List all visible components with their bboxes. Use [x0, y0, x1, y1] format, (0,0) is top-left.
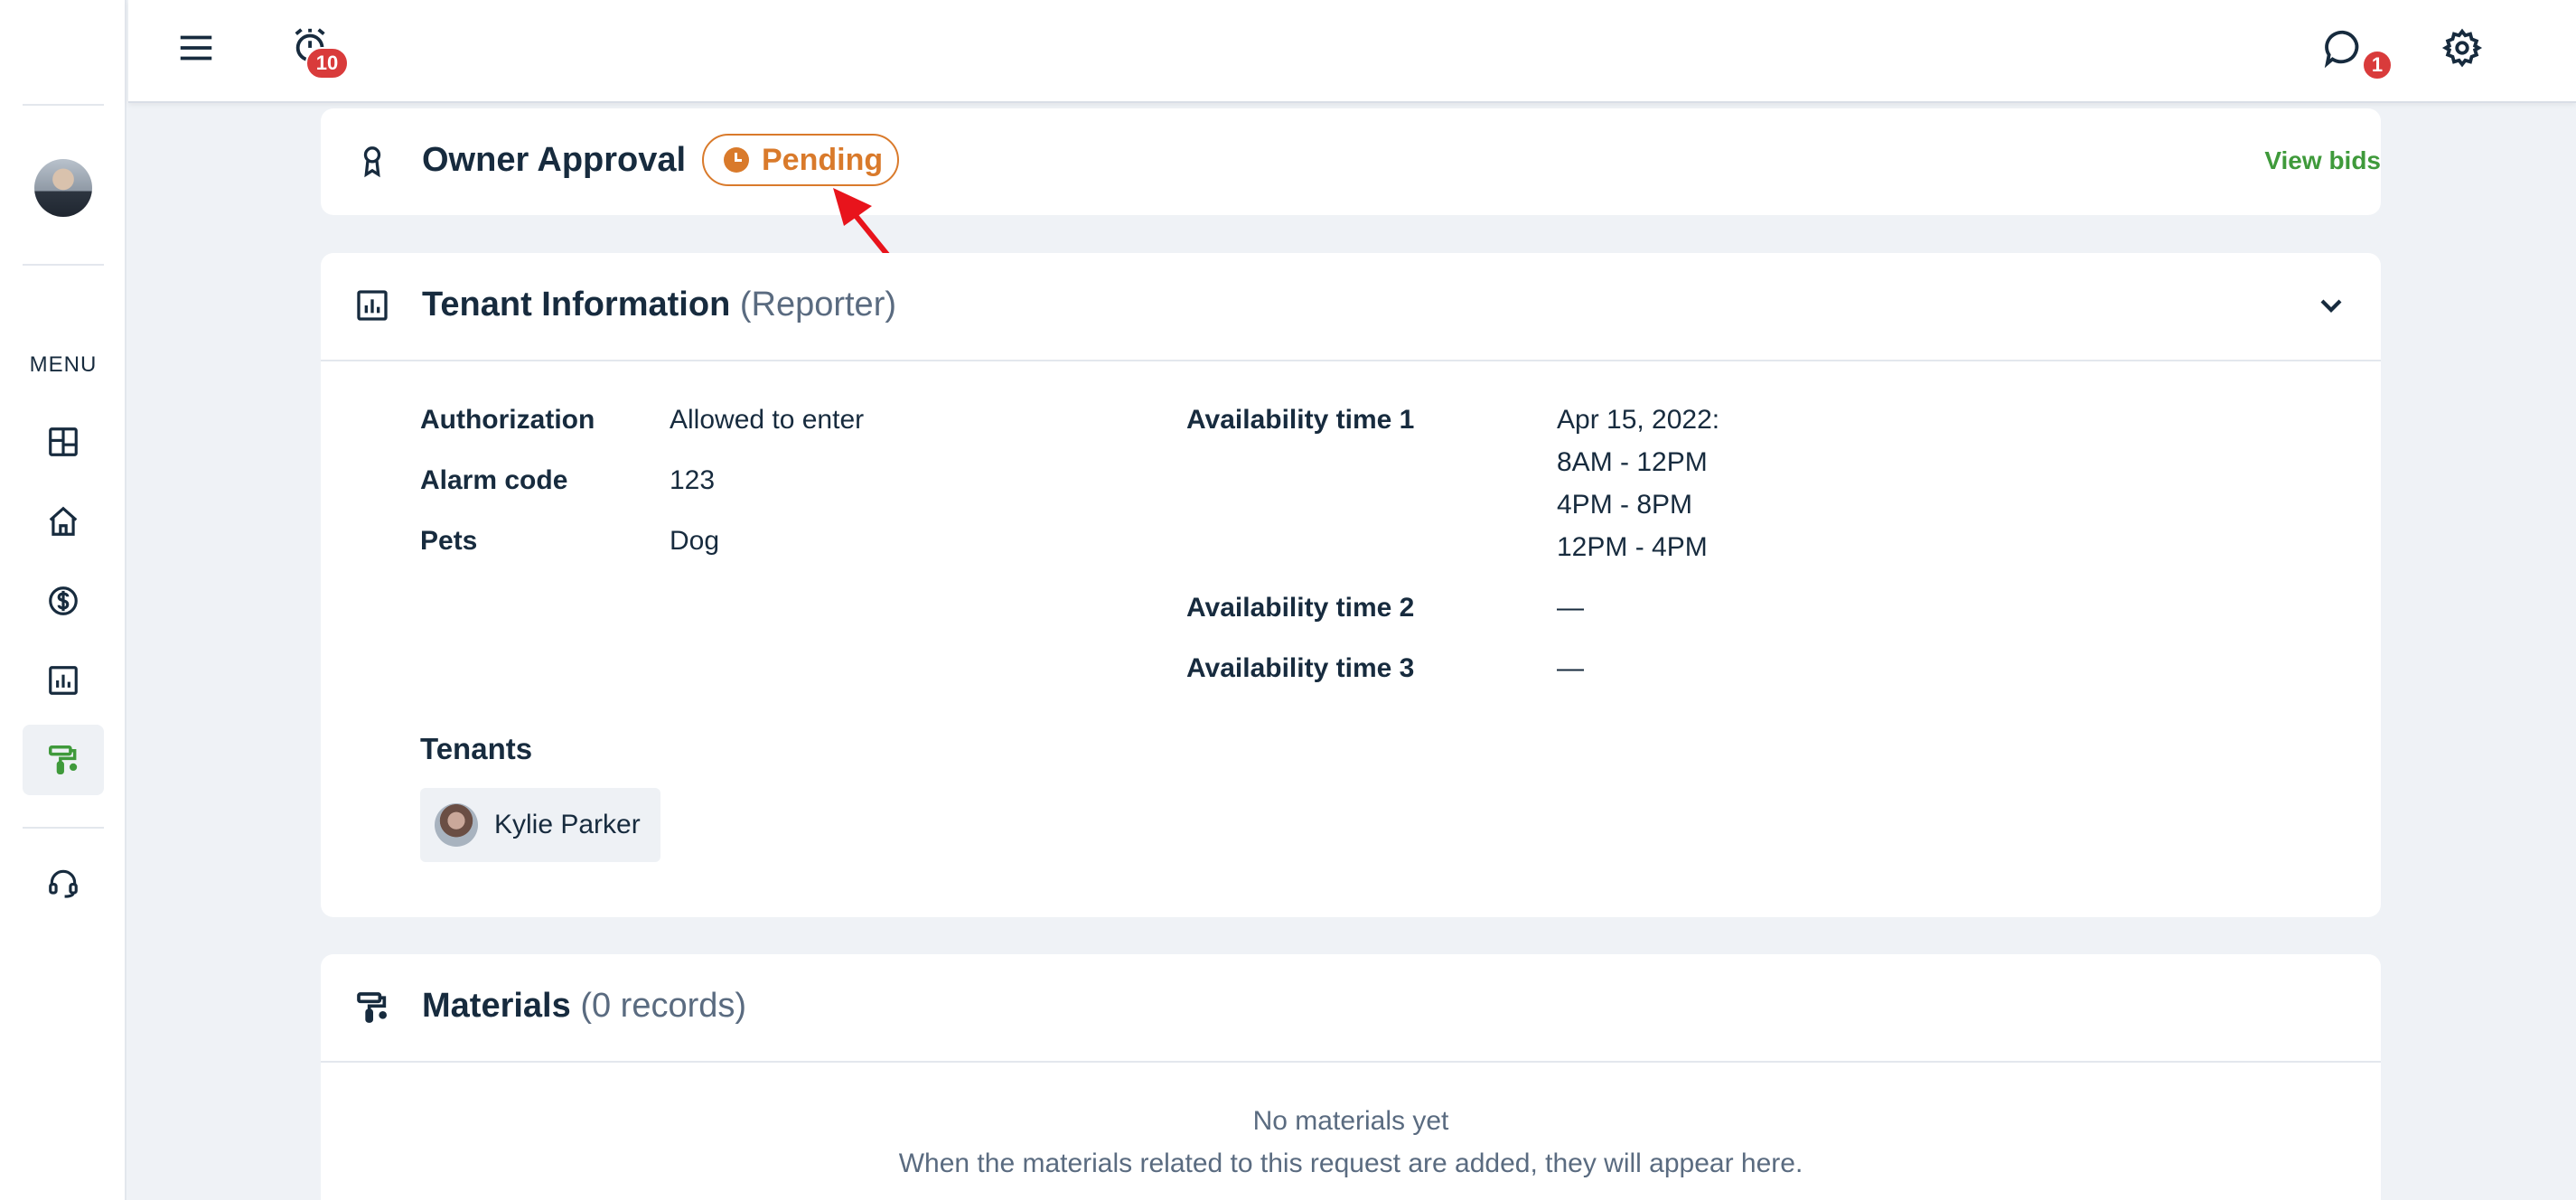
authorization-value: Allowed to enter	[670, 405, 865, 435]
hamburger-menu-button[interactable]	[175, 27, 217, 69]
alarm-code-value: 123	[670, 465, 716, 495]
alarm-code-label: Alarm code	[420, 465, 568, 495]
tenant-info-title-text: Tenant Information	[422, 286, 731, 323]
status-badge-label: Pending	[762, 142, 884, 177]
sidebar-item-reports[interactable]	[23, 645, 104, 716]
chevron-down-icon	[2320, 299, 2342, 313]
chat-bubble-icon	[2324, 30, 2359, 69]
tenants-label: Tenants	[420, 732, 533, 765]
availability-3-label: Availability time 3	[1186, 653, 1415, 683]
dashboard-icon	[49, 427, 78, 456]
gear-icon	[2441, 28, 2483, 68]
availability-1-line: 12PM - 4PM	[1557, 532, 1708, 562]
materials-title: Materials (0 records)	[422, 987, 746, 1026]
materials-divider	[321, 1061, 2381, 1063]
sidebar-item-support[interactable]	[23, 848, 104, 918]
sidebar-divider	[23, 827, 104, 829]
home-icon	[49, 506, 78, 536]
tenant-info-subtitle: (Reporter)	[739, 286, 896, 323]
chart-icon	[49, 666, 78, 695]
availability-2-value: —	[1557, 593, 1584, 623]
settings-button[interactable]	[2441, 27, 2483, 69]
status-badge: Pending	[702, 134, 899, 186]
materials-icon	[354, 989, 390, 1026]
availability-1-line: 8AM - 12PM	[1557, 447, 1708, 477]
collapse-toggle[interactable]	[2313, 287, 2349, 323]
availability-1-line: Apr 15, 2022:	[1557, 405, 1720, 435]
tenant-info-divider	[321, 360, 2381, 361]
owner-approval-icon	[354, 143, 390, 179]
messages-count-badge: 1	[2362, 50, 2393, 80]
availability-3-value: —	[1557, 653, 1584, 683]
view-bids-link[interactable]: View bids	[2264, 146, 2381, 175]
tenant-avatar	[435, 803, 478, 847]
alarm-count-badge: 10	[305, 47, 349, 80]
menu-label: MENU	[29, 352, 98, 377]
clock-icon	[724, 147, 749, 173]
sidebar-item-dashboard[interactable]	[23, 407, 104, 477]
dollar-icon	[49, 586, 78, 615]
materials-subtitle: (0 records)	[580, 987, 747, 1025]
sidebar: MENU	[0, 0, 126, 1200]
pets-value: Dog	[670, 526, 720, 556]
hamburger-icon	[180, 35, 212, 61]
tenant-chip[interactable]: Kylie Parker	[420, 788, 660, 862]
sidebar-divider	[23, 104, 104, 106]
top-bar: 10 1	[128, 0, 2576, 103]
materials-title-text: Materials	[422, 987, 571, 1025]
availability-1-label: Availability time 1	[1186, 405, 1415, 435]
authorization-label: Authorization	[420, 405, 595, 435]
availability-2-label: Availability time 2	[1186, 593, 1415, 623]
messages-button[interactable]	[2322, 27, 2364, 69]
tenant-info-title: Tenant Information (Reporter)	[422, 286, 896, 324]
pets-label: Pets	[420, 526, 478, 556]
sidebar-item-accounting[interactable]	[23, 566, 104, 636]
sidebar-item-maintenance[interactable]	[23, 725, 104, 795]
tenant-name: Kylie Parker	[494, 810, 641, 839]
materials-empty-title: No materials yet	[1252, 1106, 1449, 1136]
sidebar-divider	[23, 264, 104, 266]
availability-1-line: 4PM - 8PM	[1557, 490, 1693, 520]
headset-icon	[49, 869, 78, 898]
tenant-info-icon	[354, 287, 390, 323]
user-avatar[interactable]	[34, 159, 92, 217]
owner-approval-title: Owner Approval	[422, 141, 687, 179]
sidebar-item-properties[interactable]	[23, 486, 104, 557]
materials-empty-text: When the materials related to this reque…	[898, 1148, 1803, 1178]
paint-roller-icon	[49, 745, 78, 774]
